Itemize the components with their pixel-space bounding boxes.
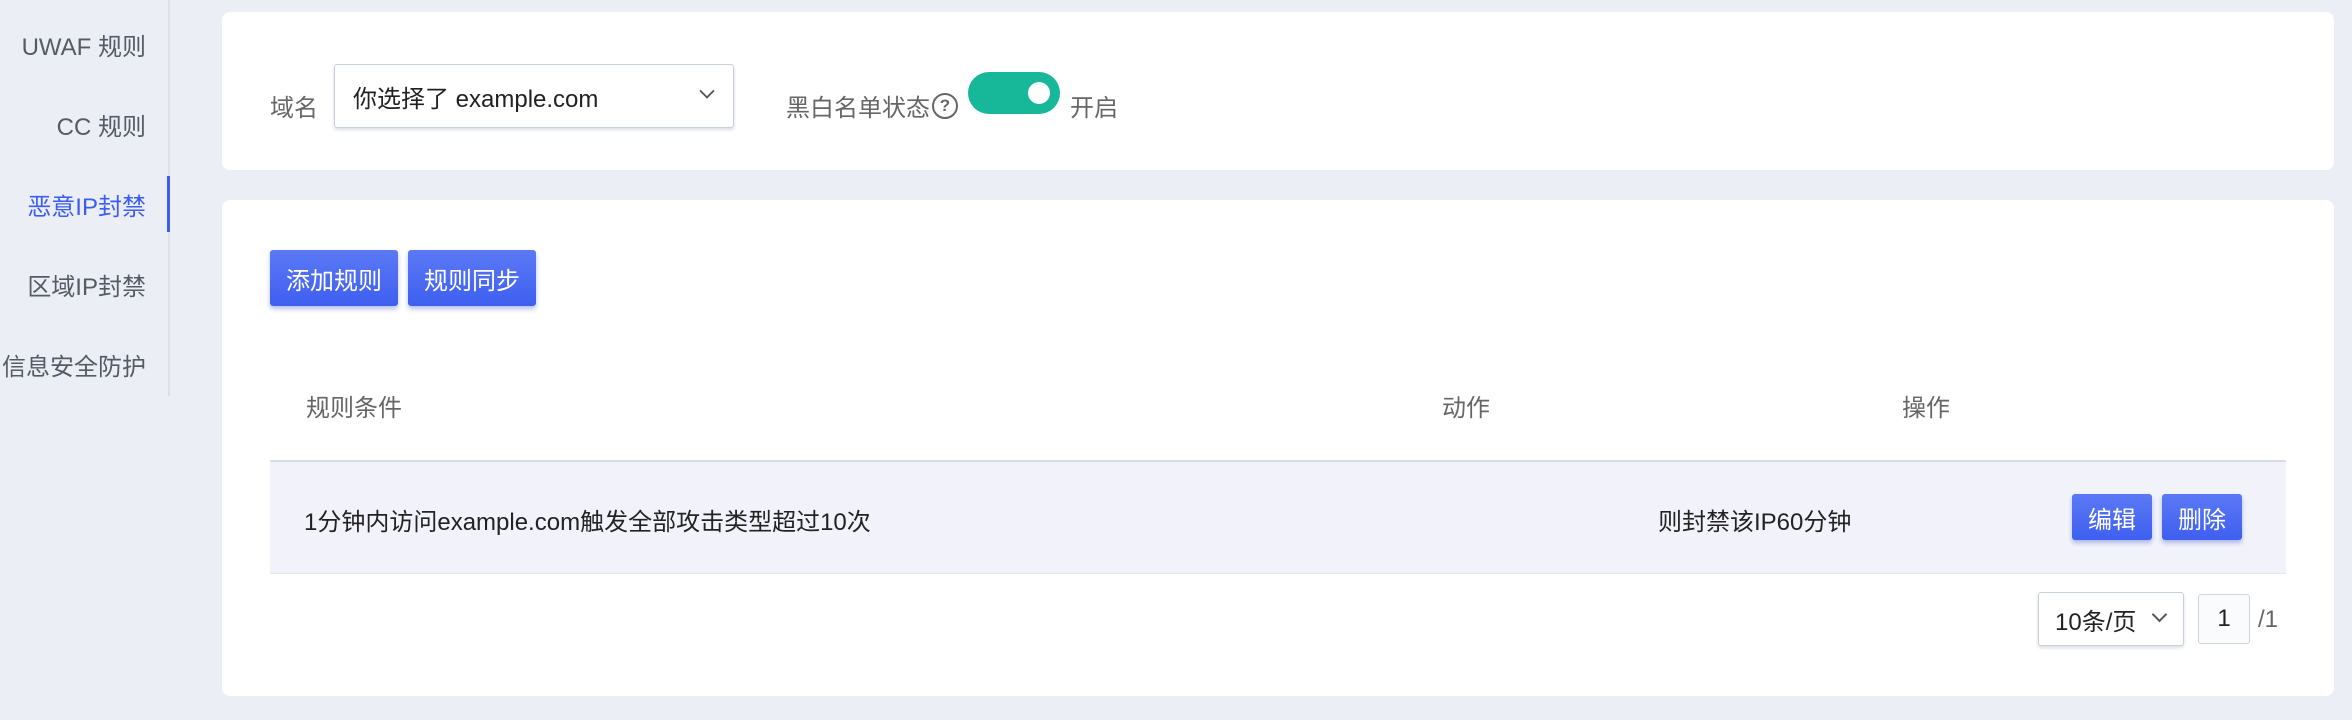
table-row: 1分钟内访问example.com触发全部攻击类型超过10次 则封禁该IP60分… — [270, 462, 2286, 574]
column-header-action: 动作 — [1442, 395, 1490, 422]
blacklist-status-toggle[interactable] — [968, 72, 1060, 114]
sidebar-item-cc-rules[interactable]: CC 规则 — [0, 84, 168, 164]
filter-panel: 域名 你选择了 example.com 黑白名单状态 ? 开启 — [222, 12, 2334, 170]
sync-rules-button[interactable]: 规则同步 — [408, 250, 536, 306]
add-rule-button[interactable]: 添加规则 — [270, 250, 398, 306]
column-header-operation: 操作 — [1902, 395, 1950, 422]
help-icon[interactable]: ? — [932, 92, 958, 119]
page-total: /1 — [2258, 606, 2279, 633]
page-number-input[interactable]: 1 — [2198, 594, 2250, 644]
sidebar-item-region-ip-ban[interactable]: 区域IP封禁 — [0, 244, 168, 324]
sidebar-item-malicious-ip-ban[interactable]: 恶意IP封禁 — [0, 164, 170, 244]
edit-button[interactable]: 编辑 — [2072, 494, 2152, 540]
chevron-down-icon — [699, 83, 715, 99]
sidebar-item-uwaf-rules[interactable]: UWAF 规则 — [0, 4, 168, 84]
domain-select[interactable]: 你选择了 example.com — [334, 64, 734, 128]
chevron-down-icon — [2151, 606, 2168, 623]
rule-action-cell: 则封禁该IP60分钟 — [1658, 509, 1852, 536]
column-header-condition: 规则条件 — [306, 395, 402, 422]
page-size-select[interactable]: 10条/页 — [2038, 592, 2184, 646]
toggle-knob — [1028, 82, 1050, 104]
delete-button[interactable]: 删除 — [2162, 494, 2242, 540]
sidebar-item-info-security[interactable]: 信息安全防护 — [0, 324, 168, 404]
domain-select-value: 你选择了 example.com — [353, 85, 599, 113]
page-size-value: 10条/页 — [2055, 608, 2137, 636]
toggle-status-text: 开启 — [1070, 95, 1118, 122]
sidebar-nav: UWAF 规则 CC 规则 恶意IP封禁 区域IP封禁 信息安全防护 — [0, 0, 170, 396]
blacklist-status-text: 黑白名单状态 — [786, 95, 930, 122]
rule-condition-cell: 1分钟内访问example.com触发全部攻击类型超过10次 — [304, 509, 871, 536]
rules-panel: 添加规则 规则同步 规则条件 动作 操作 1分钟内访问example.com触发… — [222, 200, 2334, 696]
domain-label: 域名 — [270, 95, 318, 122]
blacklist-status-label: 黑白名单状态 ? — [786, 88, 958, 123]
